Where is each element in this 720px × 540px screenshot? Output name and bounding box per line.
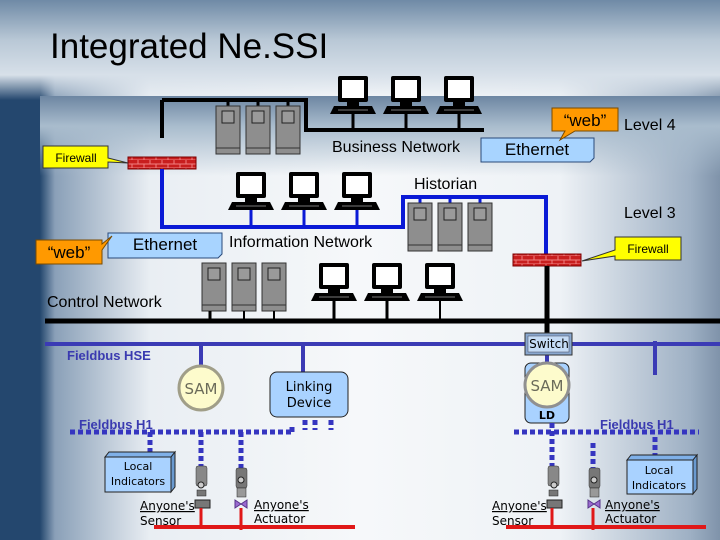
local-indicators-label-2: Indicators: [111, 475, 166, 488]
fieldbus-h1-left-label: Fieldbus H1: [79, 417, 153, 432]
switch: Switch: [524, 332, 573, 356]
actuator-left-label-1: Anyone's: [254, 498, 309, 512]
web-label: “web”: [564, 111, 607, 130]
network-diagram: Integrated Ne.SSI Business Network Ether…: [35, 27, 720, 530]
workstation-icon: [382, 75, 430, 115]
sensor-left-label-1: Anyone's: [140, 499, 195, 513]
server-icon: [275, 105, 301, 155]
linking-device-label-2: Device: [287, 396, 331, 411]
web-callout-left: “web”: [35, 235, 113, 265]
local-indicators-label-1: Local: [645, 464, 674, 477]
workstation-icon: [329, 75, 377, 115]
firewall-icon: [127, 156, 197, 170]
actuator-left: [234, 467, 248, 509]
control-network-label: Control Network: [47, 294, 163, 311]
actuator-right-label-1: Anyone's: [605, 498, 660, 512]
workstation-icon: [280, 171, 328, 211]
business-network-label: Business Network: [332, 139, 461, 156]
sam-label: SAM: [184, 380, 217, 398]
actuator-right: [587, 467, 601, 509]
ld-label: LD: [539, 409, 555, 422]
fieldbus-h1-right-label: Fieldbus H1: [600, 417, 674, 432]
sensor-right-label-2: Sensor: [492, 514, 533, 528]
server-icon: [215, 105, 241, 155]
web-callout-top: “web”: [551, 107, 619, 142]
historian-label: Historian: [414, 176, 477, 193]
sensor-right: [546, 465, 563, 509]
workstation-icon: [435, 75, 483, 115]
workstation-icon: [310, 262, 358, 302]
server-icon: [231, 262, 257, 312]
local-indicators-label-2: Indicators: [632, 479, 687, 492]
local-indicators-right: Local Indicators: [625, 453, 699, 496]
workstation-icon: [333, 171, 381, 211]
page-title: Integrated Ne.SSI: [50, 27, 328, 66]
firewall-label: Firewall: [55, 151, 96, 165]
firewall-label: Firewall: [627, 242, 668, 256]
ethernet-label: Ethernet: [505, 140, 570, 159]
server-icon: [245, 105, 271, 155]
actuator-right-label-2: Actuator: [605, 512, 656, 526]
information-network-label: Information Network: [229, 234, 373, 251]
workstation-icon: [227, 171, 275, 211]
historian-server-icon: [437, 202, 463, 252]
sam-left: SAM: [177, 364, 225, 412]
sam-ld-right: SAM LD: [523, 361, 571, 424]
workstation-icon: [363, 262, 411, 302]
firewall-callout-top: Firewall: [42, 145, 129, 169]
actuator-left-label-2: Actuator: [254, 512, 305, 526]
ethernet-label: Ethernet: [133, 235, 198, 254]
web-label: “web”: [48, 243, 91, 262]
firewall-icon: [512, 253, 582, 267]
firewall-callout-right: Firewall: [581, 236, 682, 262]
linking-device: Linking Device: [269, 371, 349, 418]
workstation-icon: [416, 262, 464, 302]
local-indicators-label-1: Local: [124, 460, 153, 473]
business-network-line: [160, 98, 484, 138]
ethernet-callout-left: Ethernet: [107, 232, 223, 259]
ethernet-callout-top: Ethernet: [480, 137, 595, 163]
fieldbus-hse-label: Fieldbus HSE: [67, 348, 151, 363]
linking-device-label-1: Linking: [286, 380, 333, 395]
historian-server-icon: [467, 202, 493, 252]
level4-label: Level 4: [624, 117, 676, 134]
switch-label: Switch: [529, 337, 569, 351]
server-icon: [201, 262, 227, 312]
local-indicators-left: Local Indicators: [103, 450, 177, 494]
sensor-left: [194, 465, 211, 509]
level3-label: Level 3: [624, 205, 676, 222]
server-icon: [261, 262, 287, 312]
sensor-right-label-1: Anyone's: [492, 499, 547, 513]
historian-server-icon: [407, 202, 433, 252]
sam-label: SAM: [530, 377, 563, 395]
sensor-left-label-2: Sensor: [140, 514, 181, 528]
